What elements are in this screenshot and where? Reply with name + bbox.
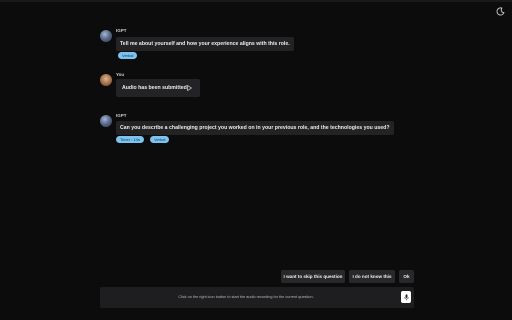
theme-toggle-button[interactable] (494, 6, 506, 18)
record-audio-button[interactable] (401, 291, 411, 303)
recording-bar: Click on the right icon button to start … (100, 287, 414, 308)
audio-status-label: Audio has been submitted (122, 85, 187, 91)
recording-hint: Click on the right icon button to start … (178, 295, 314, 299)
message-bubble: Tell me about yourself and how your expe… (116, 37, 294, 51)
message-sender: IGPT (116, 28, 127, 33)
play-icon[interactable] (186, 84, 192, 91)
moon-icon (496, 3, 505, 21)
user-avatar (100, 74, 112, 86)
bot-avatar (100, 115, 112, 127)
mode-badge: Verbal (150, 136, 170, 143)
top-bar (0, 0, 512, 2)
bot-avatar (100, 30, 112, 42)
timer-badge: Timer : 14s (116, 136, 144, 143)
dont-know-button[interactable]: I do not know this (349, 270, 395, 283)
message-sender: IGPT (116, 113, 127, 118)
message-bubble: Can you describe a challenging project y… (116, 121, 394, 135)
microphone-icon (403, 288, 409, 306)
skip-question-button[interactable]: I want to skip this question (281, 270, 345, 283)
audio-message-bubble: Audio has been submitted (116, 79, 200, 97)
ok-button[interactable]: Ok (399, 270, 414, 283)
message-sender: You (116, 72, 125, 77)
mode-badge: Verbal (118, 52, 138, 59)
